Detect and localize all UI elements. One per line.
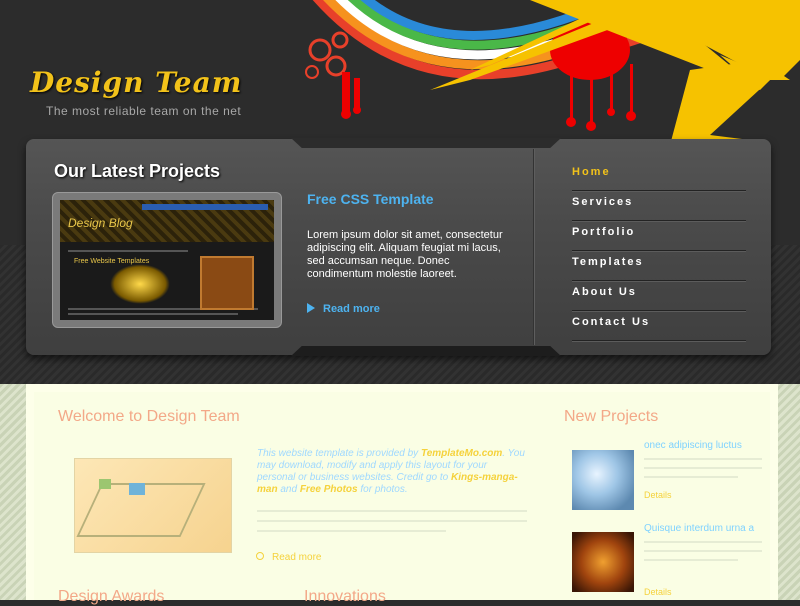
site-logo[interactable]: Design Team: [30, 66, 242, 99]
nav-item-about-us[interactable]: About Us: [572, 281, 746, 311]
free-photos-link[interactable]: Free Photos: [300, 484, 358, 495]
arrow-right-icon: [307, 303, 315, 313]
latest-projects-title: Our Latest Projects: [54, 161, 221, 181]
welcome-filler-lines: [257, 505, 527, 540]
welcome-text-part: This website template is provided by: [257, 448, 421, 459]
new-project-filler: [644, 537, 762, 561]
circle-ornament: [308, 38, 332, 62]
screenshot-line: [68, 250, 188, 252]
panel-divider: [533, 149, 535, 345]
welcome-text-part: and: [277, 484, 300, 495]
new-project-filler: [644, 454, 762, 478]
new-project-thumbnail[interactable]: [572, 532, 634, 592]
new-projects-title: New Projects: [564, 408, 659, 425]
welcome-text-part: for photos.: [357, 484, 408, 495]
header: Design Team The most reliable team on th…: [0, 0, 800, 390]
read-more-label: Read more: [323, 303, 380, 315]
welcome-read-more-label: Read more: [272, 552, 322, 563]
content-inner: Welcome to Design Team This website temp…: [34, 392, 770, 605]
welcome-text: This website template is provided by Tem…: [257, 448, 527, 496]
design-awards-title: Design Awards: [58, 588, 165, 605]
main-nav: Home Services Portfolio Templates About …: [572, 161, 746, 341]
project-heading[interactable]: Free CSS Template: [307, 191, 434, 207]
screenshot-title: Design Blog: [68, 216, 133, 230]
new-project-title[interactable]: onec adipiscing luctus: [644, 440, 742, 451]
image-shape: [129, 483, 145, 495]
welcome-image: [74, 458, 232, 553]
nav-item-home[interactable]: Home: [572, 161, 746, 191]
screenshot-nav: [142, 204, 268, 210]
new-project-details-link[interactable]: Details: [644, 490, 672, 500]
main-content: Welcome to Design Team This website temp…: [26, 384, 778, 605]
nav-item-portfolio[interactable]: Portfolio: [572, 221, 746, 251]
panel-notch: [291, 346, 561, 356]
screenshot-subtitle: Free Website Templates: [74, 258, 150, 265]
site-tagline: The most reliable team on the net: [46, 104, 242, 118]
screenshot-box: [200, 256, 254, 310]
circle-bullet-icon: [256, 552, 264, 560]
image-shape: [99, 479, 111, 489]
nav-item-templates[interactable]: Templates: [572, 251, 746, 281]
new-project-title[interactable]: Quisque interdum urna a: [644, 523, 754, 534]
panel-notch: [291, 138, 561, 148]
project-screenshot-image: Design Blog Free Website Templates: [60, 200, 274, 320]
nav-item-services[interactable]: Services: [572, 191, 746, 221]
project-screenshot[interactable]: Design Blog Free Website Templates: [52, 192, 282, 328]
screenshot-line: [68, 313, 238, 315]
nav-item-contact-us[interactable]: Contact Us: [572, 311, 746, 341]
screenshot-glow: [110, 264, 170, 304]
read-more-link[interactable]: Read more: [307, 303, 380, 315]
innovations-title: Innovations: [304, 588, 386, 605]
new-project-thumbnail[interactable]: [572, 450, 634, 510]
welcome-read-more-link[interactable]: Read more: [256, 552, 321, 563]
templatemo-link[interactable]: TemplateMo.com: [421, 448, 502, 459]
new-project-details-link[interactable]: Details: [644, 587, 672, 597]
welcome-title: Welcome to Design Team: [58, 408, 240, 425]
latest-projects-panel: Our Latest Projects Design Blog Free Web…: [26, 138, 771, 356]
project-description: Lorem ipsum dolor sit amet, consectetur …: [307, 229, 503, 280]
